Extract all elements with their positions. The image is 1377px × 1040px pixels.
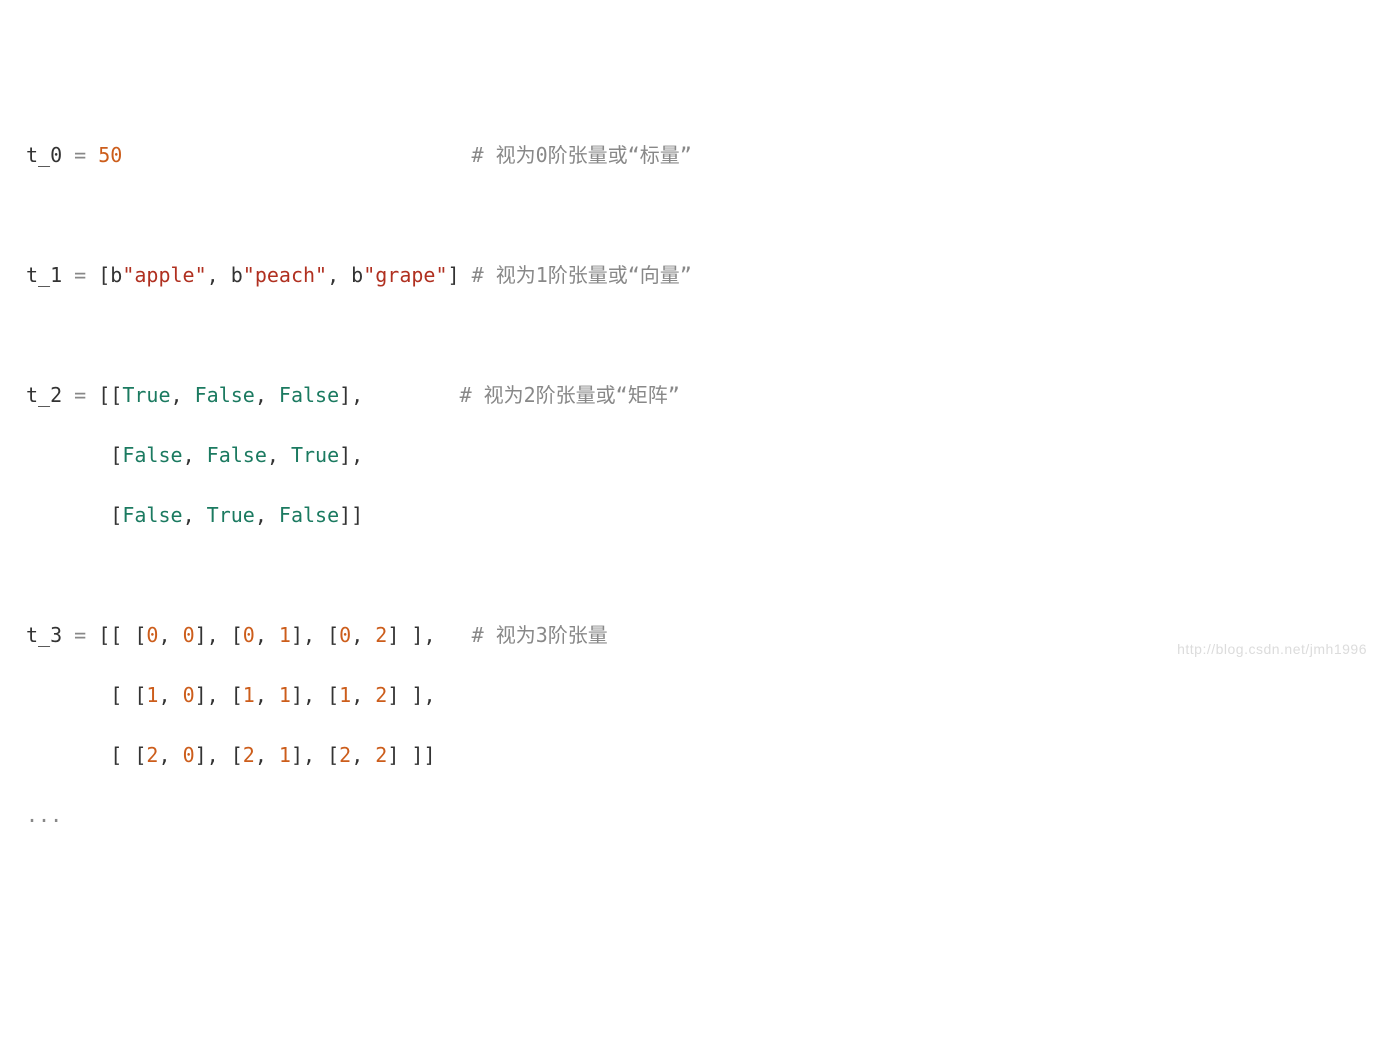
number-literal: 0 [183,623,195,647]
ellipsis-line: ... [26,800,1351,830]
number-literal: 50 [98,143,122,167]
number-literal: 1 [279,623,291,647]
comment-t0: # 视为0阶张量或“标量” [472,143,692,167]
code-line-t3-r1: t_3 = [[ [0, 0], [0, 1], [0, 2] ], # 视为3… [26,620,1351,650]
number-literal: 2 [375,623,387,647]
number-literal: 2 [375,683,387,707]
number-literal: 1 [243,683,255,707]
number-literal: 2 [146,743,158,767]
code-line-t1: t_1 = [b"apple", b"peach", b"grape"] # 视… [26,260,1351,290]
comment-t3: # 视为3阶张量 [472,623,608,647]
watermark-text: http://blog.csdn.net/jmh1996 [1177,639,1367,660]
number-literal: 0 [183,743,195,767]
bool-literal: True [122,383,170,407]
var-t2: t_2 [26,383,62,407]
blank-line [26,320,1351,350]
number-literal: 2 [243,743,255,767]
bool-literal: False [122,503,182,527]
number-literal: 2 [375,743,387,767]
number-literal: 2 [339,743,351,767]
blank-line [26,560,1351,590]
bool-literal: False [279,383,339,407]
blank-line [26,200,1351,230]
number-literal: 1 [339,683,351,707]
bool-literal: False [122,443,182,467]
var-t1: t_1 [26,263,62,287]
number-literal: 0 [243,623,255,647]
comment-t2: # 视为2阶张量或“矩阵” [460,383,680,407]
code-line-t2-r2: [False, False, True], [26,440,1351,470]
var-t0: t_0 [26,143,62,167]
number-literal: 1 [279,683,291,707]
bool-literal: False [195,383,255,407]
code-line-t2-r3: [False, True, False]] [26,500,1351,530]
number-literal: 0 [146,623,158,647]
string-literal: "peach" [243,263,327,287]
number-literal: 1 [279,743,291,767]
code-line-t3-r3: [ [2, 0], [2, 1], [2, 2] ]] [26,740,1351,770]
number-literal: 0 [339,623,351,647]
bool-literal: True [291,443,339,467]
bool-literal: False [207,443,267,467]
code-line-t2-r1: t_2 = [[True, False, False], # 视为2阶张量或“矩… [26,380,1351,410]
comment-t1: # 视为1阶张量或“向量” [472,263,692,287]
bool-literal: True [207,503,255,527]
number-literal: 1 [146,683,158,707]
string-literal: "grape" [363,263,447,287]
var-t3: t_3 [26,623,62,647]
code-line-t0: t_0 = 50 # 视为0阶张量或“标量” [26,140,1351,170]
code-line-t3-r2: [ [1, 0], [1, 1], [1, 2] ], [26,680,1351,710]
number-literal: 0 [183,683,195,707]
string-literal: "apple" [122,263,206,287]
bool-literal: False [279,503,339,527]
